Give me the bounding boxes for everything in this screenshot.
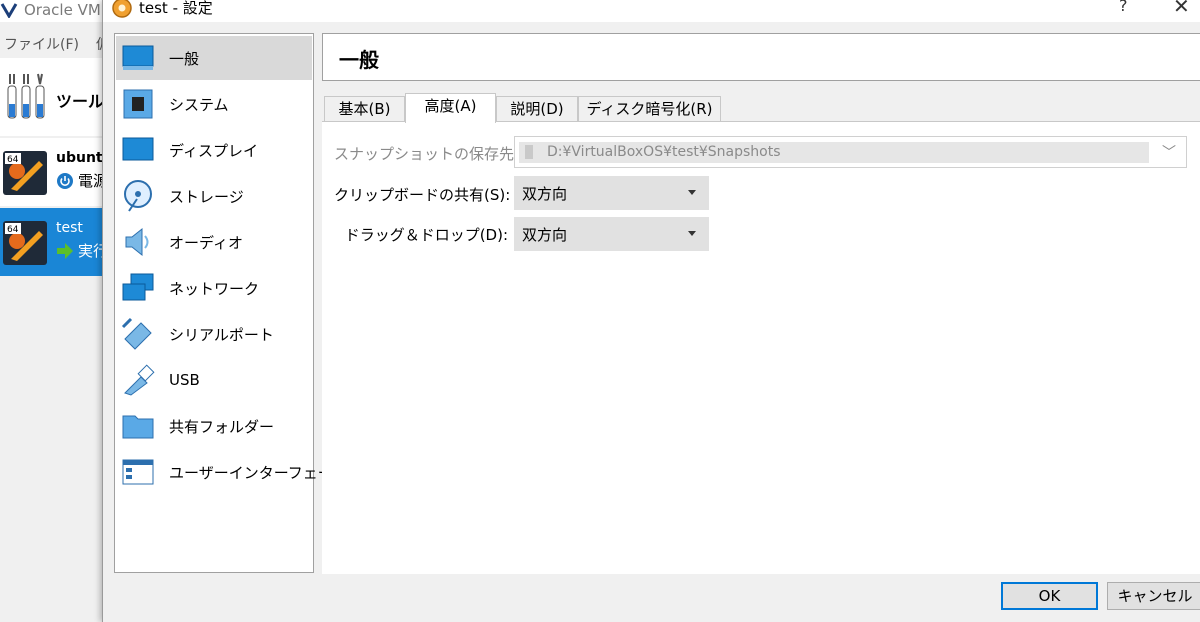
nav-item-shared-folders[interactable]: 共有フォルダー [116,404,312,448]
nav-label: ディスプレイ [169,141,258,160]
dropdown-arrow-icon [688,231,696,236]
vm-name: ubuntu [56,150,104,166]
cancel-button[interactable]: キャンセル [1107,582,1200,610]
drag-drop-value: 双方向 [522,226,568,244]
nav-item-audio[interactable]: オーディオ [116,220,312,264]
help-icon[interactable]: ? [1119,0,1128,15]
tab-description[interactable]: 説明(D) [496,96,578,121]
nav-label: USB [169,371,200,389]
section-header: 一般 [322,33,1200,81]
vm-state: 電源 [56,170,104,191]
tab-advanced[interactable]: 高度(A) [405,93,496,123]
advanced-tab-pane: スナップショットの保存先(N): D:¥VirtualBoxOS¥test¥Sn… [322,121,1200,574]
settings-gear-icon [112,0,132,18]
nav-item-general[interactable]: 一般 [116,36,312,80]
settings-category-list: 一般 システム ディスプレイ ストレージ オーディオ ネットワーク シリアルポー… [114,33,347,573]
nav-item-serial-port[interactable]: シリアルポート [116,312,312,356]
nav-item-storage[interactable]: ストレージ [116,174,312,218]
nav-item-display[interactable]: ディスプレイ [116,128,312,172]
general-icon [121,41,155,75]
nav-item-system[interactable]: システム [116,82,312,126]
menu-file[interactable]: ファイル(F) [4,34,79,54]
nav-item-user-interface[interactable]: ユーザーインターフェース [116,450,347,494]
drag-drop-label: ドラッグ＆ドロップ(D): [344,226,508,244]
vm-state-label: 実行 [78,242,104,260]
vm-badge: 64 [7,225,19,235]
serial-port-icon [121,317,155,351]
snapshot-folder-selector: D:¥VirtualBoxOS¥test¥Snapshots ﹀ [514,136,1187,168]
nav-label: ユーザーインターフェース [169,463,348,482]
nav-item-usb[interactable]: USB [116,358,312,402]
vm-list-item-ubuntu[interactable]: 64 ubuntu 電源 [0,138,104,206]
vm-list: ツール 64 ubuntu 電源 [0,58,104,622]
dialog-title: test - 設定 [139,0,213,17]
nav-item-network[interactable]: ネットワーク [116,266,312,310]
folder-icon [525,145,533,159]
settings-dialog: test - 設定 ? ✕ 一般 システム ディスプレイ ストレージ オーディオ… [102,0,1200,622]
vm-name: test [56,220,83,236]
virtualbox-manager-window: Oracle VM ファイル(F) 仮 ツール 64 ubunt 電源 64 t… [0,0,104,622]
shared-folder-icon [121,409,155,443]
manager-menubar: ファイル(F) 仮 [0,30,104,56]
audio-speaker-icon [121,225,155,259]
manager-title: Oracle VM [24,1,101,19]
nav-label: ストレージ [169,187,244,206]
vm-state: 実行 [56,240,104,261]
tools-item[interactable]: ツール [0,58,104,136]
nav-label: システム [169,95,229,114]
display-monitor-icon [121,133,155,167]
usb-icon [121,363,155,397]
drag-drop-select[interactable]: 双方向 [514,217,709,251]
nav-label: オーディオ [169,233,243,252]
ok-button[interactable]: OK [1001,582,1098,610]
dropdown-arrow-icon [688,190,696,195]
clipboard-select[interactable]: 双方向 [514,176,709,210]
tab-disk-encryption[interactable]: ディスク暗号化(R) [578,96,721,121]
section-title: 一般 [339,48,379,72]
tools-label: ツール [56,92,104,111]
vm-list-item-test[interactable]: 64 test 実行 [0,208,104,276]
nav-label: ネットワーク [169,279,260,298]
virtualbox-logo-icon [0,3,18,18]
vm-os-64bit-icon: 64 [3,221,47,265]
dialog-title-bar: test - 設定 ? ✕ [103,0,1200,22]
network-icon [121,271,155,305]
tools-icon [7,73,45,119]
nav-label: 一般 [169,49,200,68]
vm-state-label: 電源 [78,172,104,190]
nav-label: シリアルポート [169,325,274,344]
manager-title-bar: Oracle VM [0,0,104,22]
snapshot-folder-value: D:¥VirtualBoxOS¥test¥Snapshots [547,144,781,160]
vm-badge: 64 [7,155,19,165]
vm-os-64bit-icon: 64 [3,151,47,195]
tab-basic[interactable]: 基本(B) [324,96,405,121]
power-off-icon [57,172,73,189]
clipboard-value: 双方向 [522,185,568,203]
system-chip-icon [121,87,155,121]
nav-label: 共有フォルダー [169,417,275,436]
running-arrow-icon [57,242,73,259]
settings-content: 一般 基本(B) 高度(A) 説明(D) ディスク暗号化(R) スナップショット… [322,33,1200,574]
snapshot-folder-label: スナップショットの保存先(N): [334,145,542,163]
storage-disk-icon [121,179,155,213]
clipboard-label: クリップボードの共有(S): [334,186,511,204]
chevron-down-icon: ﹀ [1162,145,1176,161]
user-interface-icon [121,455,155,489]
close-icon[interactable]: ✕ [1173,0,1190,18]
